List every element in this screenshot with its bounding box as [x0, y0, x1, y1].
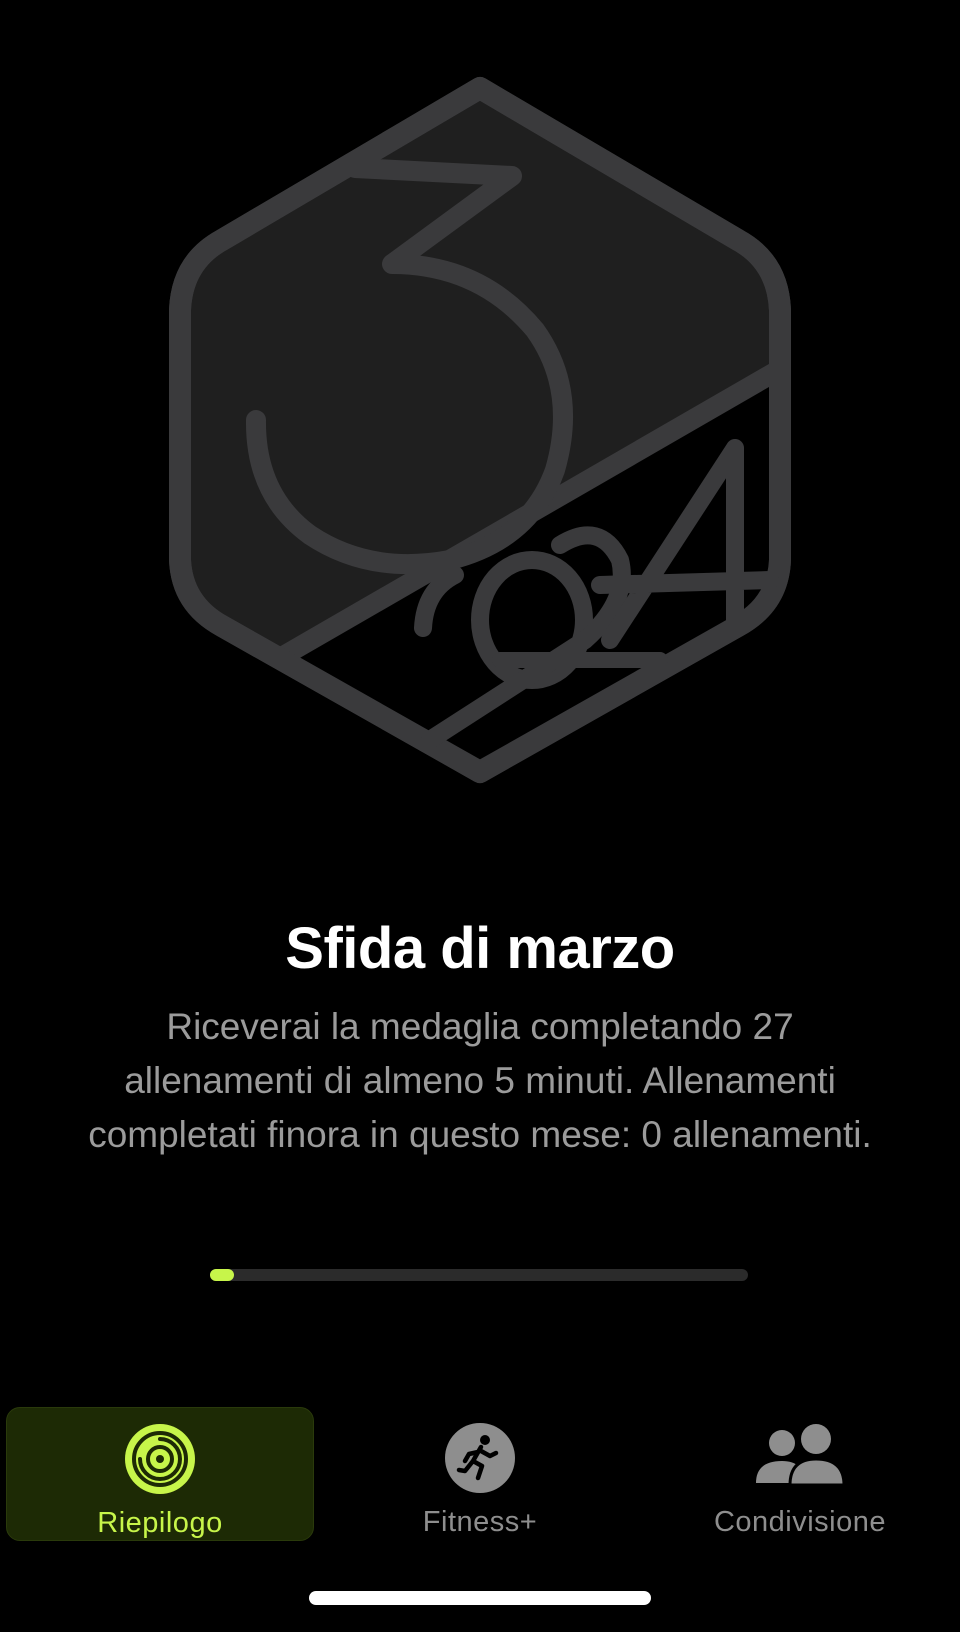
people-icon: [756, 1424, 846, 1487]
tab-bar: Riepilogo Fitness+ Condivisione: [0, 1405, 960, 1545]
march-2024-challenge-badge-icon: [169, 77, 791, 783]
tab-label-fitness-plus: Fitness+: [422, 1506, 538, 1538]
running-figure-icon: [445, 1423, 515, 1493]
activity-rings-icon: [125, 1424, 195, 1494]
tab-fitness-plus[interactable]: Fitness+: [326, 1407, 634, 1541]
home-indicator[interactable]: [309, 1591, 651, 1605]
tab-condivisione[interactable]: Condivisione: [646, 1407, 954, 1541]
tab-label-riepilogo: Riepilogo: [97, 1507, 223, 1539]
challenge-progress-bar: [210, 1269, 748, 1281]
tab-riepilogo[interactable]: Riepilogo: [6, 1407, 314, 1541]
challenge-title: Sfida di marzo: [285, 916, 675, 981]
challenge-description: Riceverai la medaglia completando 27 all…: [88, 1006, 872, 1155]
tab-label-condivisione: Condivisione: [713, 1506, 887, 1538]
challenge-progress-fill: [210, 1269, 234, 1281]
